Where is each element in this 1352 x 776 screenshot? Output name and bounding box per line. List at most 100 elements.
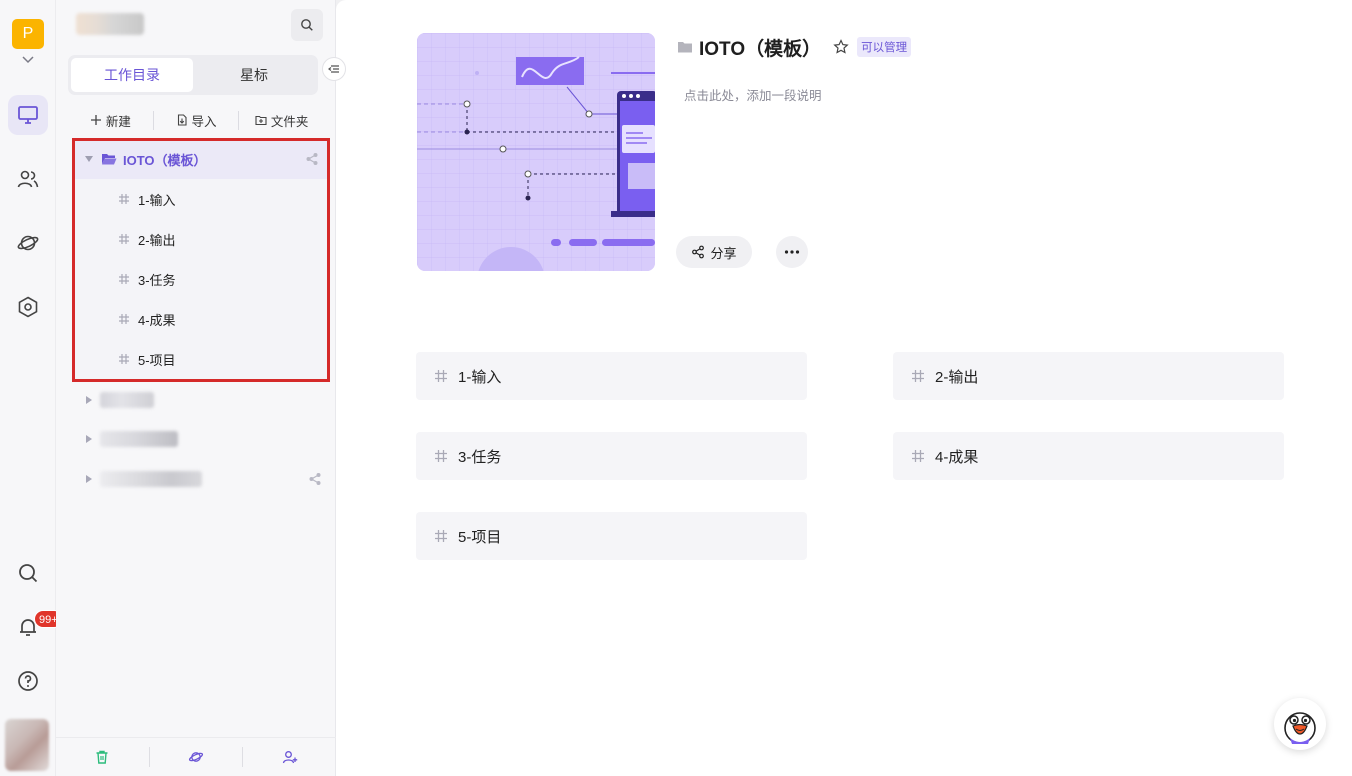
- page-title[interactable]: IOTO（模板）: [699, 34, 821, 61]
- new-folder-button[interactable]: 文件夹: [238, 110, 324, 130]
- tree-folder-redacted[interactable]: [73, 459, 329, 499]
- card-label: 3-任务: [458, 448, 502, 466]
- add-user-icon: [282, 751, 297, 764]
- tree-item-label: 3-任务: [138, 272, 176, 288]
- user-avatar[interactable]: [5, 719, 49, 771]
- star-icon[interactable]: [833, 39, 849, 55]
- tree-item-label: 2-输出: [138, 232, 176, 248]
- invite-member-button[interactable]: [242, 747, 336, 767]
- hash-icon: [119, 314, 129, 324]
- workspace-nav-button[interactable]: [8, 95, 48, 135]
- sidebar-actions: 新建 导入 文件夹: [68, 107, 324, 133]
- tree-item-label: 1-输入: [138, 192, 176, 208]
- cover-image[interactable]: [417, 33, 655, 271]
- tree-item-label: 4-成果: [138, 312, 176, 328]
- hash-icon: [435, 530, 447, 542]
- share-icon: [692, 245, 705, 259]
- trash-icon: [96, 750, 108, 764]
- collapse-left-icon: [328, 65, 339, 73]
- tree-item-task[interactable]: 3-任务: [73, 259, 329, 299]
- members-nav-button[interactable]: [8, 159, 48, 199]
- folder-icon: [678, 42, 692, 53]
- permission-badge: 可以管理: [857, 37, 912, 57]
- doc-card-input[interactable]: 1-输入: [416, 352, 807, 400]
- hexagon-settings-icon: [18, 296, 38, 318]
- tree-folder-label: IOTO（模板）: [123, 152, 207, 168]
- tree-item-project[interactable]: 5-项目: [73, 339, 329, 379]
- doc-header: IOTO（模板） 可以管理: [677, 34, 912, 61]
- share-button-label: 分享: [710, 245, 737, 261]
- new-button-label: 新建: [105, 114, 131, 129]
- tree-folder-redacted[interactable]: [73, 380, 329, 420]
- tree-item-input[interactable]: 1-输入: [73, 179, 329, 219]
- more-options-button[interactable]: [776, 236, 808, 268]
- help-button[interactable]: [8, 661, 48, 701]
- sidebar-search-button[interactable]: [291, 9, 323, 41]
- hash-icon: [119, 354, 129, 364]
- caret-right-icon[interactable]: [86, 396, 92, 404]
- tree-folder-ioto-template[interactable]: IOTO（模板）: [73, 139, 329, 179]
- directory-tree: IOTO（模板） 1-输入 2-输出 3-任务 4-成果 5-项目: [73, 139, 329, 379]
- sidebar-footer: [56, 737, 336, 776]
- desktop-icon: [18, 106, 38, 124]
- discover-nav-button[interactable]: [8, 223, 48, 263]
- tree-item-label: 5-项目: [138, 352, 176, 368]
- redacted-label: [100, 431, 178, 447]
- help-icon: [18, 671, 38, 691]
- hash-icon: [912, 450, 924, 462]
- settings-nav-button[interactable]: [8, 287, 48, 327]
- shared-icon: [306, 153, 318, 165]
- tree-item-output[interactable]: 2-输出: [73, 219, 329, 259]
- planet-icon: [17, 235, 39, 251]
- workspace-name-redacted: [76, 13, 144, 35]
- collapse-sidebar-button[interactable]: [322, 57, 346, 81]
- import-button-label: 导入: [191, 114, 217, 129]
- plus-icon: [90, 115, 101, 125]
- redacted-label: [100, 392, 154, 408]
- hash-icon: [912, 370, 924, 382]
- penguin-mascot-icon: [1284, 712, 1316, 744]
- tab-starred[interactable]: 星标: [193, 58, 315, 92]
- chevron-down-icon[interactable]: [20, 54, 36, 66]
- card-label: 1-输入: [458, 368, 502, 386]
- hash-icon: [119, 234, 129, 244]
- caret-right-icon[interactable]: [86, 475, 92, 483]
- explore-button[interactable]: [148, 747, 243, 767]
- doc-card-task[interactable]: 3-任务: [416, 432, 807, 480]
- tree-folder-redacted[interactable]: [73, 419, 329, 459]
- workspace-badge[interactable]: P: [12, 19, 44, 49]
- card-label: 2-输出: [935, 368, 979, 386]
- caret-right-icon[interactable]: [86, 435, 92, 443]
- planet-icon: [188, 752, 204, 762]
- cover-illustration: [417, 33, 655, 271]
- hash-icon: [435, 370, 447, 382]
- doc-card-project[interactable]: 5-项目: [416, 512, 807, 560]
- folder-open-icon: [102, 154, 117, 165]
- tab-work-directory[interactable]: 工作目录: [71, 58, 193, 92]
- hash-icon: [119, 274, 129, 284]
- tree-item-outcome[interactable]: 4-成果: [73, 299, 329, 339]
- shared-icon: [309, 473, 321, 485]
- new-button[interactable]: 新建: [68, 111, 153, 130]
- app-rail: P 99+: [0, 0, 63, 776]
- share-button[interactable]: 分享: [676, 236, 752, 268]
- global-search-button[interactable]: [8, 553, 48, 593]
- sidebar-tabs: 工作目录 星标: [68, 55, 318, 95]
- trash-button[interactable]: [56, 747, 149, 767]
- users-icon: [17, 170, 39, 188]
- description-field[interactable]: 点击此处，添加一段说明: [684, 85, 822, 104]
- doc-card-output[interactable]: 2-输出: [893, 352, 1284, 400]
- search-icon: [19, 564, 38, 583]
- folder-add-icon: [255, 115, 267, 126]
- new-folder-button-label: 文件夹: [270, 114, 309, 129]
- card-label: 4-成果: [935, 448, 979, 466]
- import-button[interactable]: 导入: [152, 110, 239, 130]
- search-icon: [301, 19, 313, 31]
- assistant-mascot-button[interactable]: [1274, 698, 1326, 750]
- more-horizontal-icon: [784, 250, 800, 254]
- caret-down-icon[interactable]: [85, 156, 93, 162]
- redacted-label: [100, 471, 202, 487]
- main-content: IOTO（模板） 可以管理 点击此处，添加一段说明 分享 1-输入 2-输出 3…: [336, 0, 1352, 776]
- card-label: 5-项目: [458, 528, 502, 546]
- doc-card-outcome[interactable]: 4-成果: [893, 432, 1284, 480]
